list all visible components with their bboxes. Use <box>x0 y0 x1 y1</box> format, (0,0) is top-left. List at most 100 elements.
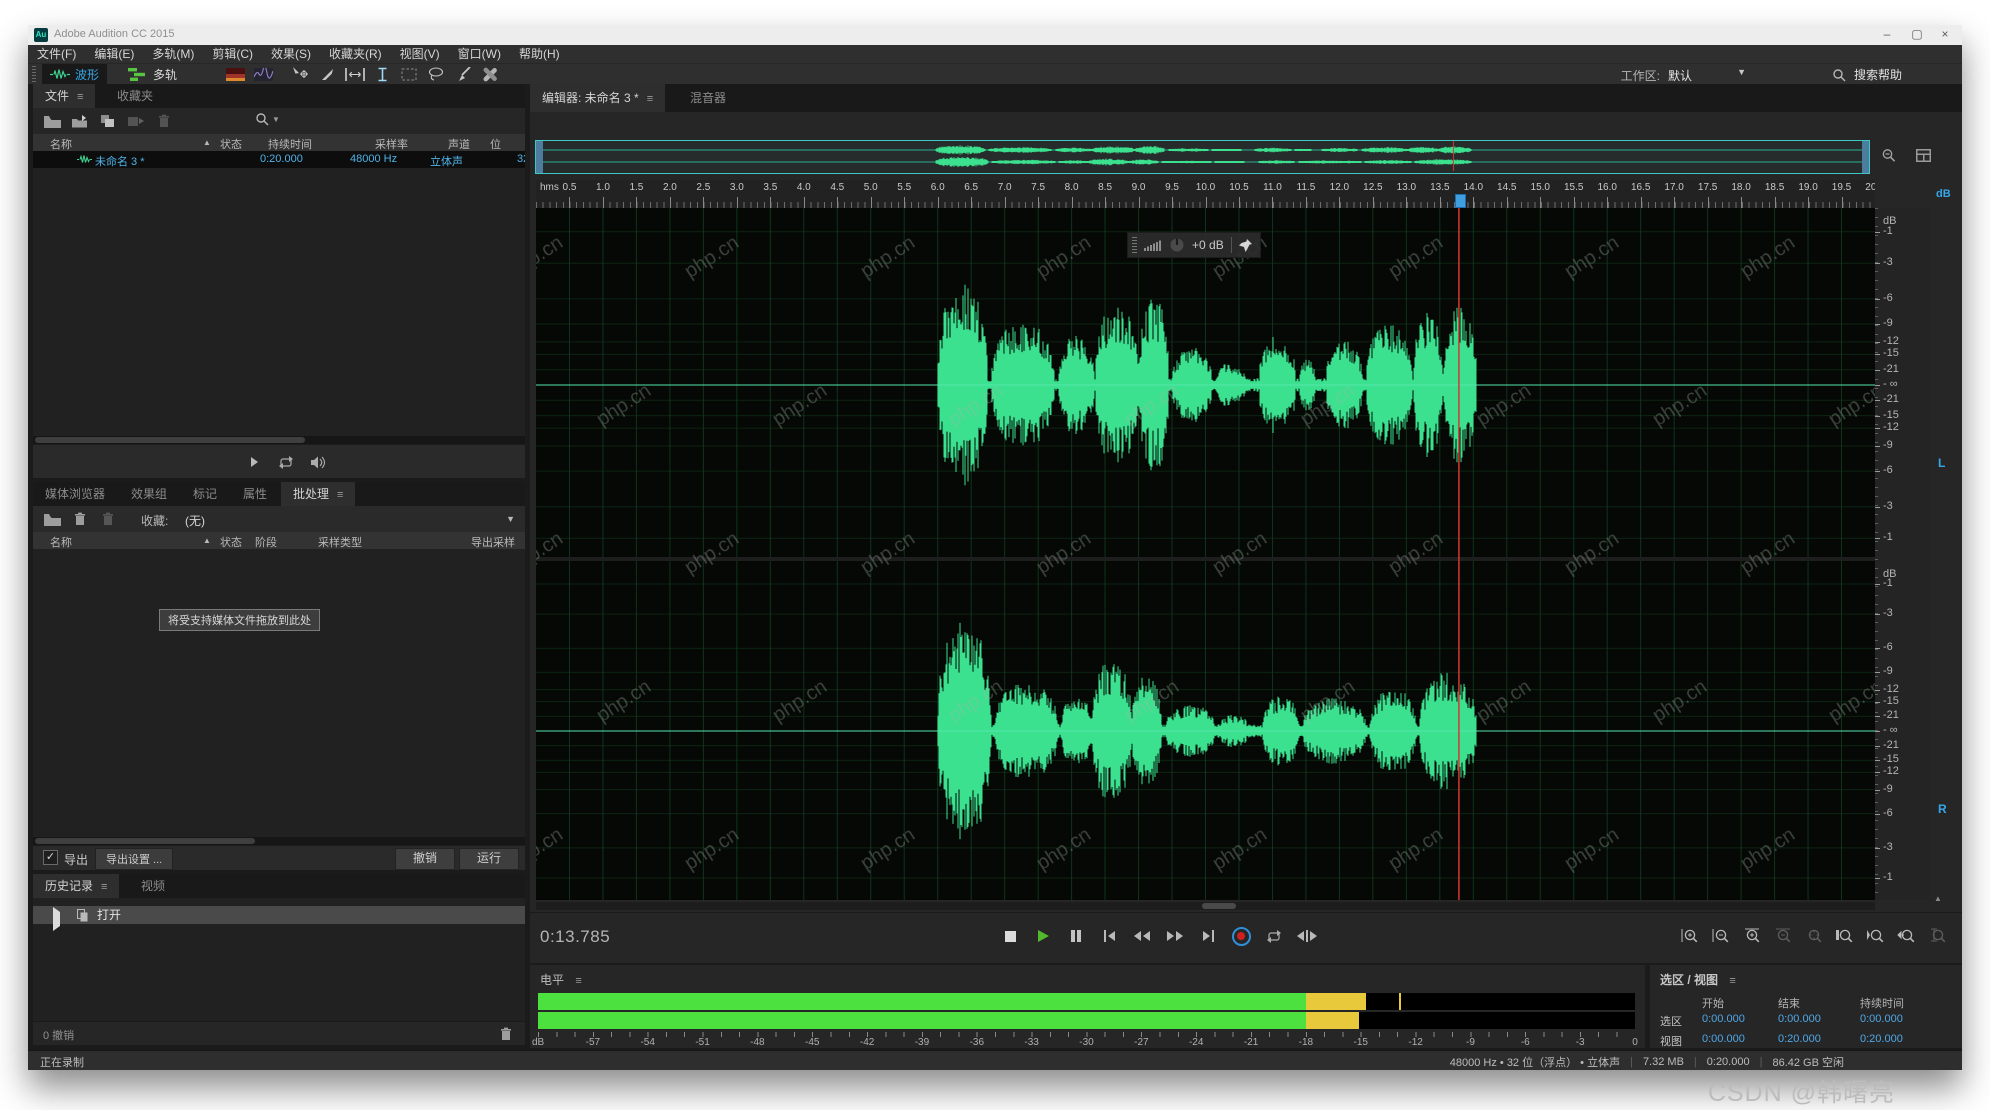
sort-asc-icon[interactable]: ▲ <box>203 138 211 147</box>
navigator-right-handle[interactable] <box>1862 141 1869 173</box>
playhead-handle[interactable] <box>1455 194 1466 208</box>
waveform-display[interactable]: php.cnphp.cnphp.cnphp.cnphp.cnphp.cnphp.… <box>536 208 1875 900</box>
razor-tool-icon[interactable] <box>317 66 339 82</box>
fast-forward-button[interactable] <box>1163 925 1187 947</box>
loop-button[interactable] <box>1262 925 1286 947</box>
files-hscrollbar[interactable] <box>33 436 525 444</box>
menu-item[interactable]: 效果(S) <box>262 45 320 63</box>
amplitude-scale[interactable]: dB- ∞-1-1-3-3-6-6-9-9-12-12-15-15-21-21d… <box>1875 208 1930 900</box>
insert-into-multitrack-icon[interactable] <box>125 112 147 130</box>
history-item[interactable]: 打开 <box>33 906 525 924</box>
timeline-ruler[interactable]: hms 0.51.01.52.02.53.03.54.04.55.05.56.0… <box>536 180 1875 208</box>
menu-item[interactable]: 编辑(E) <box>85 45 143 63</box>
menu-item[interactable]: 多轨(M) <box>143 45 203 63</box>
tab-标记[interactable]: 标记 <box>181 482 229 506</box>
selection-value[interactable]: 0:20.000 <box>1778 1033 1821 1045</box>
rewind-button[interactable] <box>1130 925 1154 947</box>
column-header-5[interactable]: 位 <box>490 136 501 152</box>
selection-value[interactable]: 0:00.000 <box>1702 1033 1745 1045</box>
column-header-0[interactable]: 名称 <box>50 136 72 152</box>
trash-icon[interactable] <box>153 112 175 130</box>
batch-hscrollbar[interactable] <box>33 837 525 845</box>
hud-gain-value[interactable]: +0 dB <box>1192 238 1224 252</box>
search-help[interactable]: 搜索帮助 <box>1832 66 1902 83</box>
minimize-button[interactable]: – <box>1874 27 1900 41</box>
selection-value[interactable]: 0:00.000 <box>1702 1013 1745 1025</box>
trash-icon[interactable] <box>69 510 91 528</box>
column-header-4[interactable]: 导出采样 <box>471 534 515 550</box>
tab-属性[interactable]: 属性 <box>231 482 279 506</box>
open-folder-icon[interactable] <box>41 510 63 528</box>
zoom-out-horizontal-button[interactable] <box>1771 925 1795 947</box>
column-header-0[interactable]: 名称 <box>50 534 72 550</box>
chevron-down-icon[interactable]: ▼ <box>1737 67 1746 77</box>
waveform-hscrollbar[interactable] <box>536 902 1875 910</box>
spectral-frequency-icon[interactable] <box>224 66 246 82</box>
time-selection-tool-icon[interactable] <box>344 66 366 82</box>
skip-end-button[interactable] <box>1196 925 1220 947</box>
panel-menu-icon[interactable]: ≡ <box>575 975 581 987</box>
marquee-selection-tool-icon[interactable] <box>371 66 393 82</box>
new-content-icon[interactable] <box>97 112 119 130</box>
paintbrush-tool-icon[interactable] <box>452 66 474 82</box>
auto-play-speaker-icon[interactable] <box>307 453 329 471</box>
tab-mixer[interactable]: 混音器 <box>678 84 738 112</box>
files-search[interactable]: ▼ <box>255 112 280 126</box>
tab-效果组[interactable]: 效果组 <box>119 482 179 506</box>
column-header-1[interactable]: 状态 <box>220 534 242 550</box>
maximize-button[interactable]: ▢ <box>1904 27 1930 41</box>
zoom-in-vertical-button[interactable] <box>1678 925 1702 947</box>
tab-媒体浏览器[interactable]: 媒体浏览器 <box>33 482 117 506</box>
record-button[interactable] <box>1229 925 1253 947</box>
skip-start-button[interactable] <box>1097 925 1121 947</box>
time-display[interactable]: 0:13.785 <box>540 927 610 947</box>
toolbar-grip[interactable] <box>32 66 36 82</box>
panel-menu-icon[interactable]: ≡ <box>337 489 343 501</box>
panel-menu-icon[interactable]: ≡ <box>101 881 107 893</box>
panel-menu-icon[interactable]: ≡ <box>77 91 83 103</box>
selection-value[interactable]: 0:00.000 <box>1860 1013 1903 1025</box>
preview-play-icon[interactable] <box>243 453 265 471</box>
tab-favorites[interactable]: 收藏夹 <box>105 84 165 108</box>
tab-files[interactable]: 文件≡ <box>33 84 95 108</box>
rectangle-selection-tool-icon[interactable] <box>398 66 420 82</box>
column-header-4[interactable]: 声道 <box>448 136 470 152</box>
zoom-full-button[interactable] <box>1926 925 1950 947</box>
stop-button[interactable] <box>998 925 1022 947</box>
column-header-1[interactable]: 状态 <box>220 136 242 152</box>
loop-icon[interactable] <box>275 453 297 471</box>
file-row[interactable]: 未命名 3 * 0:20.000 48000 Hz 立体声 32 <box>33 151 525 168</box>
column-header-3[interactable]: 采样类型 <box>318 534 362 550</box>
amplitude-unit-button[interactable]: dB <box>1936 188 1951 200</box>
workspace-selector[interactable]: 工作区:默认 <box>1621 67 1692 84</box>
scale-scroll-up-icon[interactable]: ▲ <box>1934 894 1942 903</box>
zoom-in-point-button[interactable] <box>1833 925 1857 947</box>
waveform-view-button[interactable]: 波形 <box>42 64 107 84</box>
nav-zoom-out-icon[interactable] <box>1878 146 1900 164</box>
zoom-in-horizontal-button[interactable] <box>1740 925 1764 947</box>
volume-hud[interactable]: +0 dB <box>1127 232 1261 258</box>
files-column-header[interactable]: 名称▲状态持续时间采样率声道位 <box>33 134 525 151</box>
run-button[interactable]: 运行 <box>459 848 519 870</box>
zoom-out-point-button[interactable] <box>1864 925 1888 947</box>
navigator-left-handle[interactable] <box>536 141 543 173</box>
open-folder-icon[interactable] <box>41 112 63 130</box>
menu-item[interactable]: 剪辑(C) <box>203 45 262 63</box>
move-tool-icon[interactable] <box>290 66 312 82</box>
favorites-value[interactable]: (无) <box>185 512 205 529</box>
zoom-selection-button[interactable] <box>1895 925 1919 947</box>
panel-menu-icon[interactable]: ≡ <box>647 93 653 105</box>
batch-column-header[interactable]: 名称▲状态阶段采样类型导出采样 <box>33 532 525 549</box>
trash-all-icon[interactable] <box>97 510 119 528</box>
spot-healing-brush-tool-icon[interactable] <box>479 66 501 82</box>
export-checkbox[interactable]: ✓ <box>43 850 58 865</box>
tab-video[interactable]: 视频 <box>129 874 177 898</box>
column-header-3[interactable]: 采样率 <box>375 136 408 152</box>
tab-history[interactable]: 历史记录≡ <box>33 874 119 898</box>
sort-asc-icon[interactable]: ▲ <box>203 536 211 545</box>
spectral-pitch-icon[interactable] <box>252 66 274 82</box>
zoom-reset-button[interactable] <box>1802 925 1826 947</box>
menu-item[interactable]: 文件(F) <box>28 45 85 63</box>
panel-layout-icon[interactable] <box>1912 146 1934 164</box>
channel-right-label[interactable]: R <box>1938 802 1947 816</box>
